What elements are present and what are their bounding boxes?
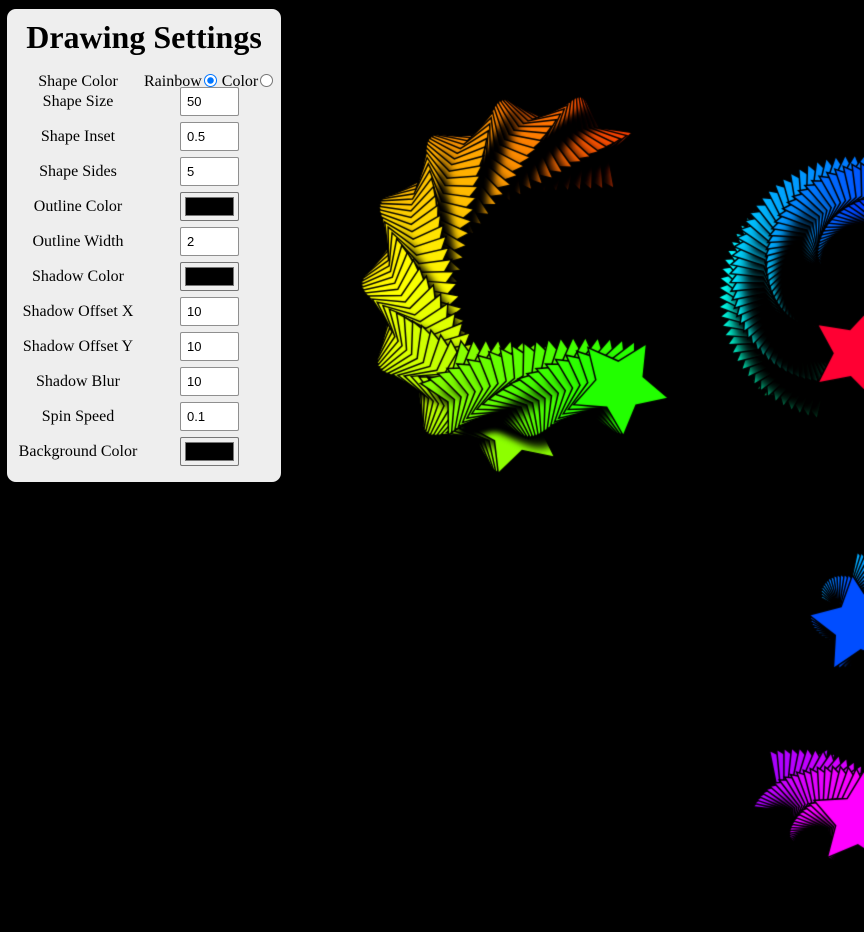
- outline-color-row: Outline Color: [7, 192, 281, 222]
- outline-width-row: Outline Width: [7, 227, 281, 257]
- shadow-color-label: Shadow Color: [32, 268, 124, 285]
- shape-inset-label: Shape Inset: [40, 128, 116, 145]
- shadow-offset-x-input[interactable]: [180, 297, 239, 326]
- shadow-color-row: Shadow Color: [7, 262, 281, 292]
- shape-inset-input[interactable]: [180, 122, 239, 151]
- panel-title: Drawing Settings: [26, 19, 262, 55]
- shadow-offset-y-input[interactable]: [180, 332, 239, 361]
- shadow-offset-x-label: Shadow Offset X: [22, 303, 134, 320]
- shape-sides-row: Shape Sides: [7, 157, 281, 187]
- shape-size-label: Shape Size: [42, 93, 114, 110]
- background-color-row: Background Color: [7, 437, 281, 467]
- shape-size-row: Shape Size: [7, 87, 281, 117]
- background-color-label: Background Color: [18, 443, 138, 460]
- shape-size-input[interactable]: [180, 87, 239, 116]
- background-color-picker[interactable]: [180, 437, 239, 466]
- shadow-blur-input[interactable]: [180, 367, 239, 396]
- shadow-offset-y-label: Shadow Offset Y: [22, 338, 134, 355]
- settings-panel: Drawing Settings Shape Color Rainbow Col…: [7, 9, 281, 482]
- shape-inset-row: Shape Inset: [7, 122, 281, 152]
- shape-sides-input[interactable]: [180, 157, 239, 186]
- spin-speed-row: Spin Speed: [7, 402, 281, 432]
- shape-sides-label: Shape Sides: [39, 163, 117, 180]
- rainbow-radio[interactable]: [203, 74, 217, 87]
- outline-color-picker[interactable]: [180, 192, 239, 221]
- outline-width-label: Outline Width: [32, 233, 124, 250]
- outline-width-input[interactable]: [180, 227, 239, 256]
- outline-color-label: Outline Color: [33, 198, 123, 215]
- spin-speed-label: Spin Speed: [41, 408, 115, 425]
- spin-speed-input[interactable]: [180, 402, 239, 431]
- shadow-offset-y-row: Shadow Offset Y: [7, 332, 281, 362]
- shadow-blur-row: Shadow Blur: [7, 367, 281, 397]
- shadow-color-picker[interactable]: [180, 262, 239, 291]
- shadow-offset-x-row: Shadow Offset X: [7, 297, 281, 327]
- color-radio[interactable]: [260, 74, 274, 87]
- shadow-blur-label: Shadow Blur: [36, 373, 120, 390]
